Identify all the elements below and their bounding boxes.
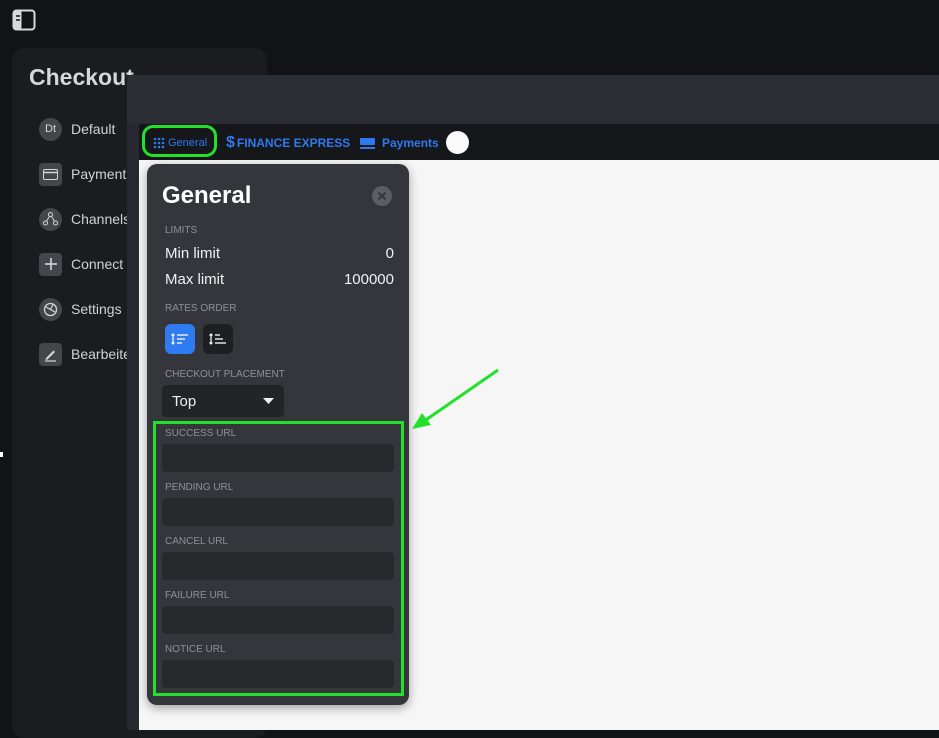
- sidebar-item-label: Payment: [71, 166, 127, 182]
- tab-general[interactable]: General: [153, 133, 207, 153]
- annotation-arrow: [412, 368, 499, 429]
- dollar-icon: $: [226, 134, 235, 151]
- placement-value: Top: [172, 392, 197, 410]
- min-limit-label: Min limit: [165, 245, 220, 262]
- window-header: [127, 75, 939, 123]
- sidebar-item-channels[interactable]: Channels: [39, 206, 130, 232]
- grid-dots-icon: [153, 137, 165, 149]
- sort-descending-button[interactable]: [203, 324, 233, 354]
- rates-order-heading: RATES ORDER: [165, 303, 237, 314]
- card-icon: [39, 162, 62, 186]
- limits-heading: LIMITS: [165, 225, 198, 236]
- sort-ascending-icon: [171, 333, 188, 345]
- sidebar-item-label: Settings: [71, 301, 122, 317]
- card-icon: [360, 137, 375, 149]
- sort-descending-icon: [209, 333, 226, 345]
- dt-avatar-icon: Dt: [39, 117, 62, 141]
- tab-label: FINANCE EXPRESS: [236, 136, 351, 150]
- sidebar-item-label: Connect: [71, 256, 124, 272]
- max-limit-label: Max limit: [165, 271, 225, 288]
- min-limit-value[interactable]: 0: [300, 245, 394, 262]
- sidebar-item-connect[interactable]: Connect: [39, 251, 123, 277]
- edge-marker: [0, 452, 3, 457]
- sidebar-item-label: Channels: [71, 211, 131, 227]
- sidebar-item-bearbeiten[interactable]: Bearbeite: [39, 341, 131, 367]
- tab-payments[interactable]: Payments: [360, 133, 439, 153]
- tab-label: Payments: [382, 136, 439, 150]
- caret-down-icon: [263, 398, 274, 404]
- sidebar-item-default[interactable]: Dt Default: [39, 116, 115, 142]
- sidebar-item-label: Default: [71, 121, 116, 137]
- sidebar-item-label: Bearbeite: [71, 346, 131, 362]
- toggle-circle[interactable]: [446, 131, 469, 154]
- sidebar-title: Checkout: [29, 64, 134, 90]
- checkout-placement-select[interactable]: Top: [162, 385, 284, 417]
- edit-icon: [39, 342, 62, 366]
- sidebar-item-settings[interactable]: Settings: [39, 296, 122, 322]
- tab-label: General: [168, 137, 208, 149]
- checkout-placement-heading: CHECKOUT PLACEMENT: [165, 369, 285, 380]
- settings-icon: [39, 297, 62, 321]
- plus-icon: [39, 252, 62, 276]
- max-limit-value[interactable]: 100000: [300, 271, 394, 288]
- sidebar-item-payment[interactable]: Payment: [39, 161, 126, 187]
- close-icon[interactable]: [372, 186, 392, 206]
- tab-finance-express[interactable]: $ FINANCE EXPRESS: [226, 133, 350, 153]
- sidebar-toggle-icon[interactable]: [12, 9, 36, 31]
- popup-title: General: [162, 182, 252, 209]
- url-fields-highlight: [153, 421, 404, 696]
- sort-ascending-button[interactable]: [165, 324, 195, 354]
- network-icon: [39, 207, 62, 231]
